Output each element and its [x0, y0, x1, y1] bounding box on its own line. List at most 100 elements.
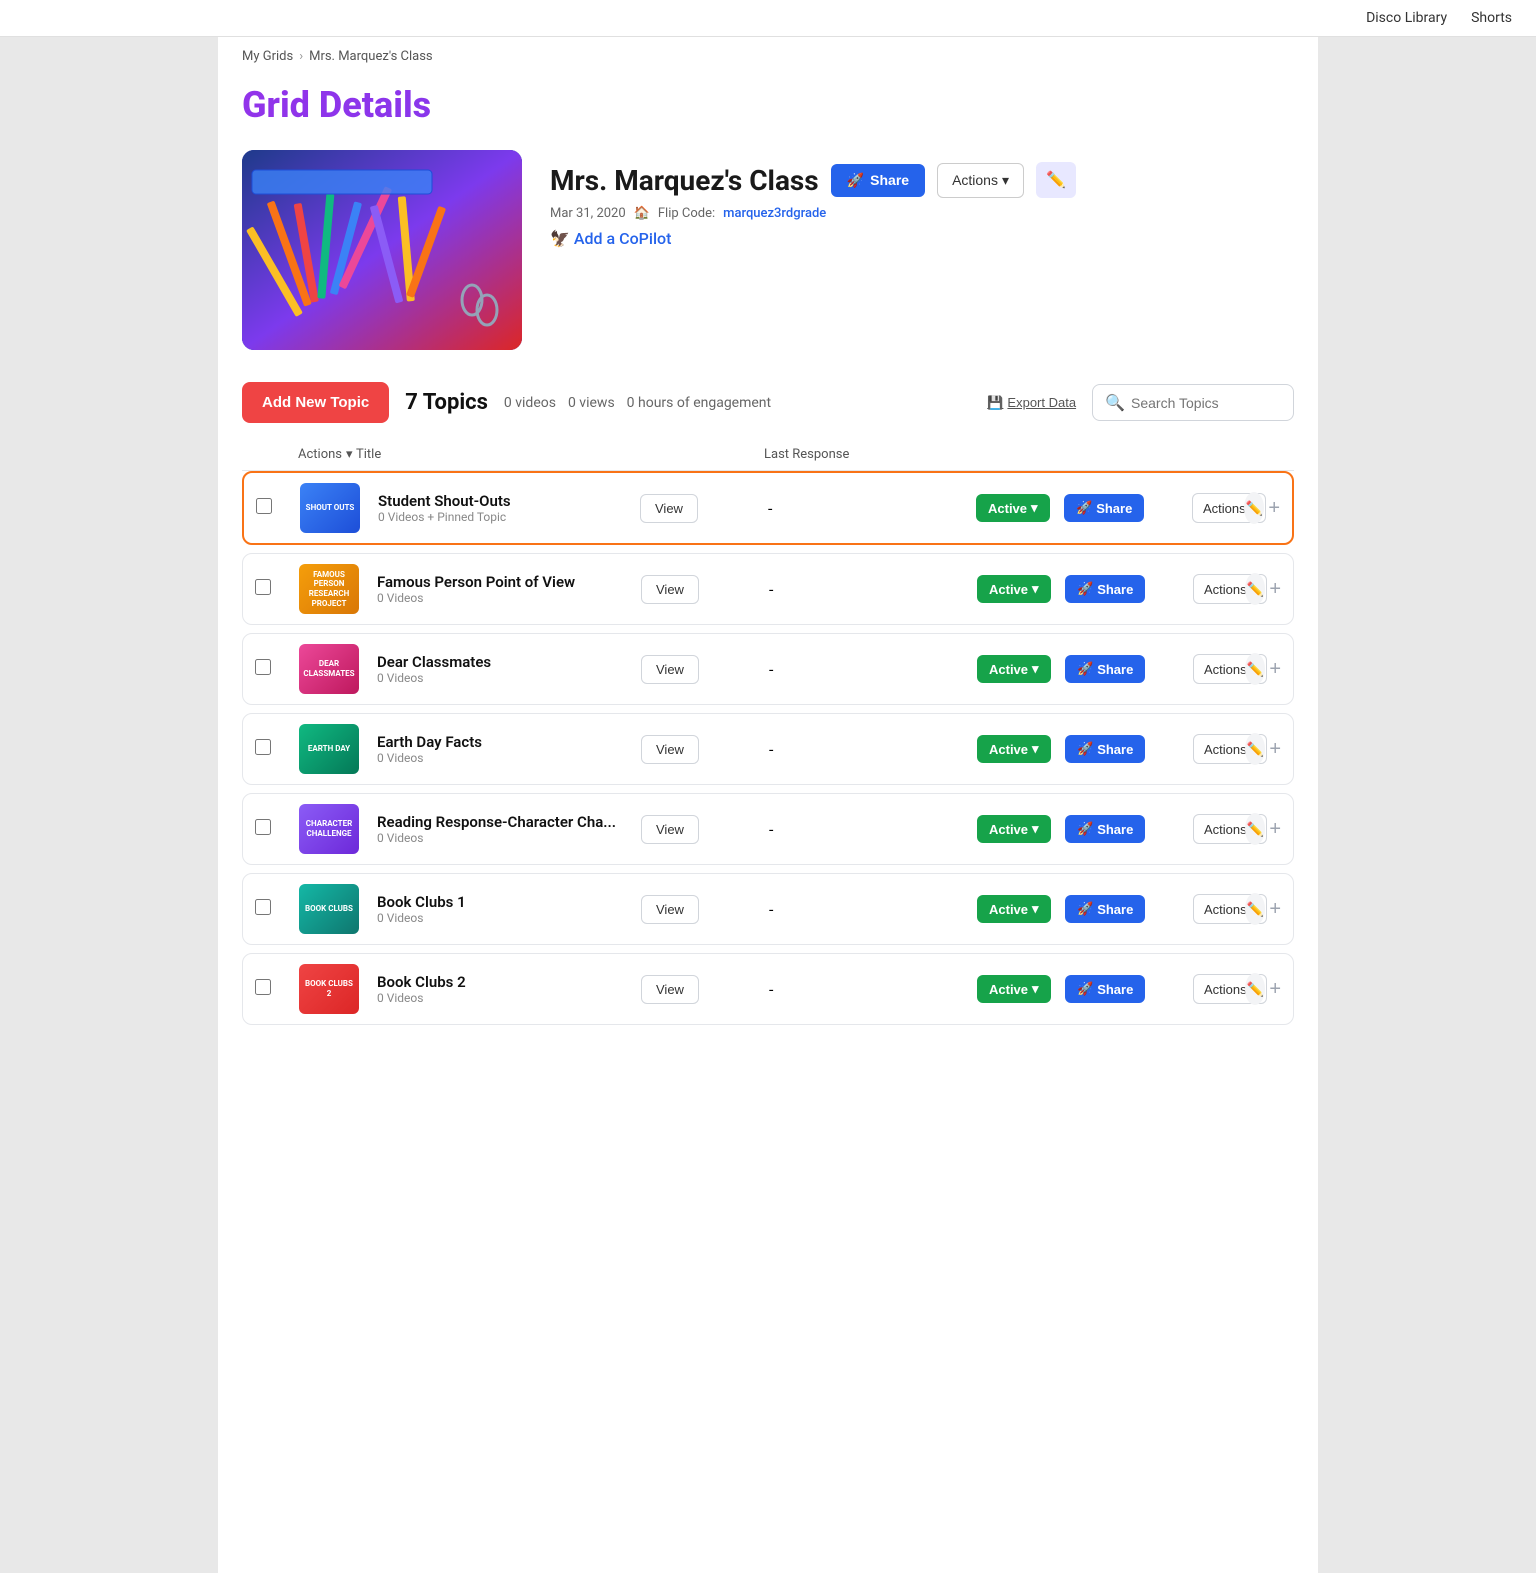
share-button-row[interactable]: 🚀 Share [1065, 975, 1145, 1003]
export-button[interactable]: 💾 Export Data [987, 395, 1076, 411]
edit-icon-button[interactable]: ✏️ [1245, 973, 1265, 1005]
view-button[interactable]: View [641, 735, 699, 764]
topics-stats: 0 videos 0 views 0 hours of engagement [504, 395, 771, 411]
topic-checkbox[interactable] [255, 579, 271, 595]
topic-subtitle: 0 Videos [377, 991, 633, 1005]
view-button[interactable]: View [641, 575, 699, 604]
topic-info: Earth Day Facts 0 Videos [377, 733, 633, 765]
actions-button-main[interactable]: Actions ▾ [937, 163, 1024, 198]
add-icon-button[interactable]: + [1269, 658, 1281, 681]
topic-last-response: - [769, 580, 969, 599]
share-button-row[interactable]: 🚀 Share [1065, 815, 1145, 843]
topic-subtitle: 0 Videos [377, 591, 633, 605]
share-button-row[interactable]: 🚀 Share [1065, 655, 1145, 683]
search-input[interactable] [1131, 395, 1281, 411]
actions-col: Actions ▾ [1193, 654, 1237, 684]
edit-icon-button[interactable]: ✏️ [1245, 733, 1265, 765]
edit-icon-button[interactable]: ✏️ [1244, 492, 1264, 524]
share-col: 🚀 Share [1065, 735, 1185, 763]
icon-col: ✏️ + [1245, 733, 1281, 765]
add-icon-button[interactable]: + [1268, 497, 1280, 520]
row-actions-group: Active ▾ [977, 735, 1057, 763]
row-actions-group: Active ▾ [977, 815, 1057, 843]
chevron-down-icon: ▾ [1002, 172, 1009, 189]
topic-subtitle: 0 Videos [377, 831, 633, 845]
add-icon-button[interactable]: + [1269, 818, 1281, 841]
topic-checkbox[interactable] [256, 498, 272, 514]
header-last-response: Last Response [764, 447, 944, 462]
topic-title: Book Clubs 2 [377, 973, 633, 991]
breadcrumb: My Grids › Mrs. Marquez's Class [242, 37, 1294, 76]
topic-checkbox[interactable] [255, 979, 271, 995]
view-button[interactable]: View [641, 895, 699, 924]
share-button-row[interactable]: 🚀 Share [1065, 575, 1145, 603]
rocket-icon: 🚀 [847, 172, 864, 189]
topic-view-col: View [641, 975, 761, 1004]
edit-icon-button[interactable]: ✏️ [1245, 813, 1265, 845]
edit-icon-button[interactable]: ✏️ [1245, 653, 1265, 685]
grid-header: Mrs. Marquez's Class 🚀 Share Actions ▾ ✏… [242, 150, 1294, 350]
breadcrumb-current: Mrs. Marquez's Class [309, 49, 433, 64]
active-button[interactable]: Active ▾ [977, 975, 1051, 1003]
thumbnail-text: EARTH DAY [299, 724, 359, 774]
edit-icon-button[interactable]: ✏️ [1245, 893, 1265, 925]
active-button[interactable]: Active ▾ [977, 575, 1051, 603]
add-icon-button[interactable]: + [1269, 978, 1281, 1001]
topic-view-col: View [641, 815, 761, 844]
add-icon-button[interactable]: + [1269, 578, 1281, 601]
breadcrumb-parent[interactable]: My Grids [242, 49, 293, 64]
row-actions-group: Active ▾ [976, 494, 1056, 522]
add-icon-button[interactable]: + [1269, 738, 1281, 761]
share-button-row[interactable]: 🚀 Share [1065, 895, 1145, 923]
actions-col: Actions ▾ [1193, 734, 1237, 764]
icon-col: ✏️ + [1245, 573, 1281, 605]
topic-info: Famous Person Point of View 0 Videos [377, 573, 633, 605]
topic-checkbox[interactable] [255, 819, 271, 835]
share-col: 🚀 Share [1065, 655, 1185, 683]
table-header: Actions ▾ Title Last Response [242, 439, 1294, 471]
edit-button-main[interactable]: ✏️ [1036, 162, 1076, 198]
active-button[interactable]: Active ▾ [977, 655, 1051, 683]
share-button-row[interactable]: 🚀 Share [1064, 494, 1144, 522]
edit-icon-button[interactable]: ✏️ [1245, 573, 1265, 605]
topic-info: Book Clubs 2 0 Videos [377, 973, 633, 1005]
view-button[interactable]: View [641, 975, 699, 1004]
row-checkbox-col [255, 899, 291, 919]
pencil-icon-row: ✏️ [1246, 581, 1263, 598]
thumbnail-text: BOOK CLUBS 2 [299, 964, 359, 1014]
topic-checkbox[interactable] [255, 659, 271, 675]
topic-checkbox[interactable] [255, 899, 271, 915]
share-button-main[interactable]: 🚀 Share [831, 164, 925, 197]
actions-col: Actions ▾ [1193, 974, 1237, 1004]
pencil-icon-row: ✏️ [1246, 741, 1263, 758]
topic-last-response: - [769, 740, 969, 759]
view-button[interactable]: View [640, 494, 698, 523]
plus-icon: + [1269, 818, 1281, 840]
view-button[interactable]: View [641, 815, 699, 844]
nav-shorts[interactable]: Shorts [1471, 10, 1512, 26]
topic-title: Famous Person Point of View [377, 573, 633, 591]
header-title: Title [356, 447, 552, 462]
view-button[interactable]: View [641, 655, 699, 684]
active-button[interactable]: Active ▾ [976, 494, 1050, 522]
topic-checkbox[interactable] [255, 739, 271, 755]
topic-subtitle: 0 Videos [377, 911, 633, 925]
active-button[interactable]: Active ▾ [977, 815, 1051, 843]
nav-disco-library[interactable]: Disco Library [1366, 10, 1447, 26]
copilot-link[interactable]: 🦅 Add a CoPilot [550, 229, 1294, 248]
topic-subtitle: 0 Videos [377, 751, 633, 765]
header-actions[interactable]: Actions ▾ [298, 447, 348, 462]
breadcrumb-separator: › [299, 49, 303, 64]
pencil-icon-row: ✏️ [1246, 901, 1263, 918]
share-button-row[interactable]: 🚀 Share [1065, 735, 1145, 763]
add-topic-button[interactable]: Add New Topic [242, 382, 389, 423]
active-button[interactable]: Active ▾ [977, 735, 1051, 763]
grid-thumbnail [242, 150, 522, 350]
topic-title: Earth Day Facts [377, 733, 633, 751]
flip-code-link[interactable]: marquez3rdgrade [723, 206, 826, 221]
topic-thumbnail: SHOUT OUTS [300, 483, 360, 533]
videos-stat: 0 videos [504, 395, 556, 411]
table-row: BOOK CLUBS 2 Book Clubs 2 0 Videos View … [242, 953, 1294, 1025]
active-button[interactable]: Active ▾ [977, 895, 1051, 923]
add-icon-button[interactable]: + [1269, 898, 1281, 921]
